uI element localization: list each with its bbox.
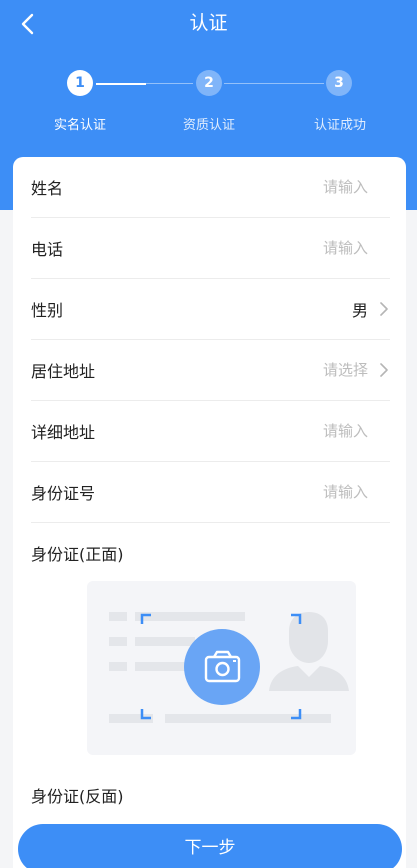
step-3-label: 认证成功 [313, 118, 367, 133]
person-silhouette-icon [269, 612, 349, 691]
next-step-button[interactable]: 下一步 [18, 824, 402, 868]
phone-field[interactable]: 电话 请输入 [31, 218, 390, 279]
name-input[interactable]: 请输入 [323, 176, 368, 197]
top-bar: 认证 [0, 0, 417, 48]
id-number-field[interactable]: 身份证号 请输入 [31, 462, 390, 523]
field-label: 居住地址 [31, 362, 96, 381]
step-connector-1 [96, 82, 193, 85]
detail-address-field[interactable]: 详细地址 请输入 [31, 401, 390, 462]
field-label: 详细地址 [31, 423, 96, 442]
step-1-circle: 1 [67, 70, 93, 96]
phone-input[interactable]: 请输入 [323, 237, 368, 258]
form-card: 姓名 请输入 电话 请输入 性别 男 居住地址 请选择 详细地址 请输入 身份证… [13, 157, 406, 868]
detail-address-input[interactable]: 请输入 [323, 420, 368, 441]
step-connector-2 [224, 83, 324, 84]
step-2-label: 资质认证 [182, 118, 236, 133]
page-title: 认证 [189, 12, 228, 34]
progress-steps: 1 2 3 实名认证 资质认证 认证成功 [0, 68, 417, 138]
gender-select[interactable]: 男 [352, 297, 368, 321]
id-front-upload[interactable] [87, 581, 356, 755]
camera-icon [204, 650, 241, 683]
field-label: 电话 [31, 240, 64, 259]
step-2-circle: 2 [196, 70, 222, 96]
address-select[interactable]: 请选择 [323, 359, 368, 380]
chevron-right-icon [380, 302, 388, 316]
name-field[interactable]: 姓名 请输入 [31, 157, 390, 218]
field-label: 身份证号 [31, 484, 96, 503]
address-field[interactable]: 居住地址 请选择 [31, 340, 390, 401]
id-front-title: 身份证(正面) [31, 545, 124, 564]
field-label: 姓名 [31, 179, 64, 198]
gender-field[interactable]: 性别 男 [31, 279, 390, 340]
field-label: 性别 [31, 301, 64, 320]
id-number-input[interactable]: 请输入 [323, 481, 368, 502]
step-1-label: 实名认证 [53, 118, 107, 133]
camera-button[interactable] [184, 629, 260, 705]
chevron-right-icon [380, 363, 388, 377]
id-back-title: 身份证(反面) [31, 787, 124, 806]
step-3-circle: 3 [326, 70, 352, 96]
